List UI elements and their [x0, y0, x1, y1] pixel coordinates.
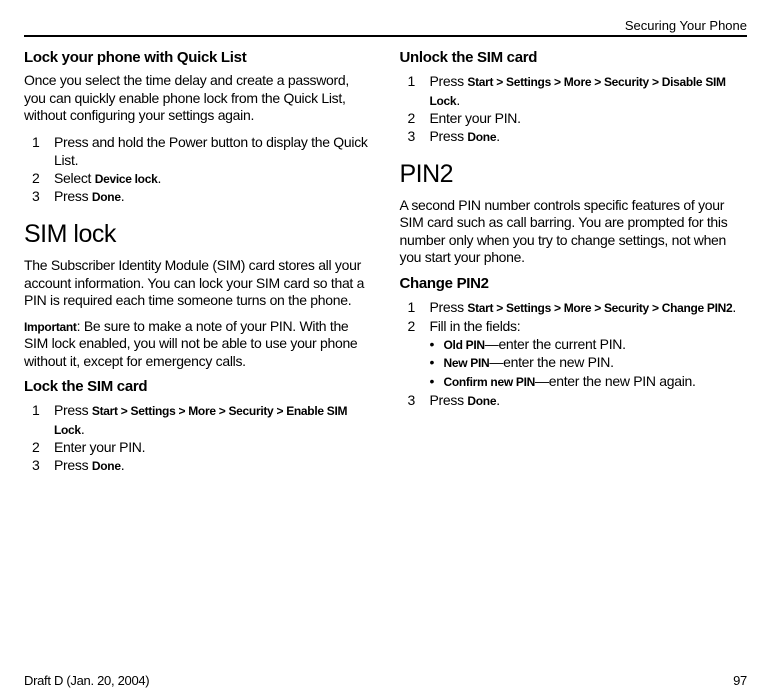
intro-quick-list: Once you select the time delay and creat…: [24, 72, 372, 125]
ui-label: Done: [92, 190, 121, 204]
steps-change-pin2: 1 Press Start > Settings > More > Securi…: [408, 298, 748, 409]
heading-sim-lock: SIM lock: [24, 220, 372, 249]
ui-label: Done: [467, 130, 496, 144]
ui-label: Done: [92, 459, 121, 473]
list-item: 2 Enter your PIN.: [408, 109, 748, 127]
step-text: Enter your PIN.: [430, 109, 748, 127]
list-item: 3 Press Done.: [32, 456, 372, 475]
step-text: Press Start > Settings > More > Security…: [430, 72, 748, 109]
ui-label: Start > Settings > More > Security > Cha…: [467, 301, 732, 315]
heading-unlock-sim: Unlock the SIM card: [400, 49, 748, 66]
steps-unlock-sim: 1 Press Start > Settings > More > Securi…: [408, 72, 748, 146]
page-number: 97: [733, 673, 747, 688]
steps-lock-sim: 1 Press Start > Settings > More > Securi…: [32, 401, 372, 475]
step-text: Enter your PIN.: [54, 438, 372, 456]
heading-change-pin2: Change PIN2: [400, 275, 748, 292]
paragraph: A second PIN number controls specific fe…: [400, 197, 748, 267]
step-text: Press Done.: [430, 127, 748, 146]
left-column: Lock your phone with Quick List Once you…: [24, 45, 372, 483]
step-text: Press and hold the Power button to displ…: [54, 133, 372, 169]
page-footer: Draft D (Jan. 20, 2004) 97: [24, 673, 747, 688]
ui-label: Start > Settings > More > Security > Dis…: [430, 75, 726, 108]
list-item: 3 Press Done.: [32, 187, 372, 206]
draft-label: Draft D (Jan. 20, 2004): [24, 673, 149, 688]
ui-label: Start > Settings > More > Security > Ena…: [54, 404, 347, 437]
list-item: 2 Enter your PIN.: [32, 438, 372, 456]
step-text: Select Device lock.: [54, 169, 372, 188]
list-item: 1 Press and hold the Power button to dis…: [32, 133, 372, 169]
section-title: Securing Your Phone: [625, 18, 747, 33]
list-item: 2 Select Device lock.: [32, 169, 372, 188]
list-item: 3 Press Done.: [408, 391, 748, 410]
list-item: 1 Press Start > Settings > More > Securi…: [408, 298, 748, 317]
list-item: 3 Press Done.: [408, 127, 748, 146]
step-text: Press Done.: [54, 187, 372, 206]
important-label: Important: [24, 320, 77, 334]
bullet-item: • New PIN—enter the new PIN.: [430, 353, 748, 372]
content-columns: Lock your phone with Quick List Once you…: [24, 45, 747, 483]
list-item: 1 Press Start > Settings > More > Securi…: [32, 401, 372, 438]
step-text: Press Done.: [54, 456, 372, 475]
list-item: 2 Fill in the fields: • Old PIN—enter th…: [408, 317, 748, 391]
field-label: New PIN: [444, 356, 490, 370]
paragraph: The Subscriber Identity Module (SIM) car…: [24, 257, 372, 310]
field-label: Old PIN: [444, 338, 485, 352]
step-text: Press Done.: [430, 391, 748, 410]
important-note: Important: Be sure to make a note of you…: [24, 318, 372, 371]
bullet-item: • Old PIN—enter the current PIN.: [430, 335, 748, 354]
bullet-item: • Confirm new PIN—enter the new PIN agai…: [430, 372, 748, 391]
list-item: 1 Press Start > Settings > More > Securi…: [408, 72, 748, 109]
step-text: Fill in the fields: • Old PIN—enter the …: [430, 317, 748, 391]
heading-pin2: PIN2: [400, 160, 748, 189]
heading-quick-list: Lock your phone with Quick List: [24, 49, 372, 66]
step-text: Press Start > Settings > More > Security…: [430, 298, 748, 317]
step-text: Press Start > Settings > More > Security…: [54, 401, 372, 438]
ui-label: Done: [467, 394, 496, 408]
page-header: Securing Your Phone: [24, 18, 747, 37]
right-column: Unlock the SIM card 1 Press Start > Sett…: [400, 45, 748, 483]
bullet-list: • Old PIN—enter the current PIN. • New P…: [430, 335, 748, 391]
heading-lock-sim: Lock the SIM card: [24, 378, 372, 395]
ui-label: Device lock: [95, 172, 158, 186]
steps-quick-list: 1 Press and hold the Power button to dis…: [32, 133, 372, 207]
field-label: Confirm new PIN: [444, 375, 536, 389]
